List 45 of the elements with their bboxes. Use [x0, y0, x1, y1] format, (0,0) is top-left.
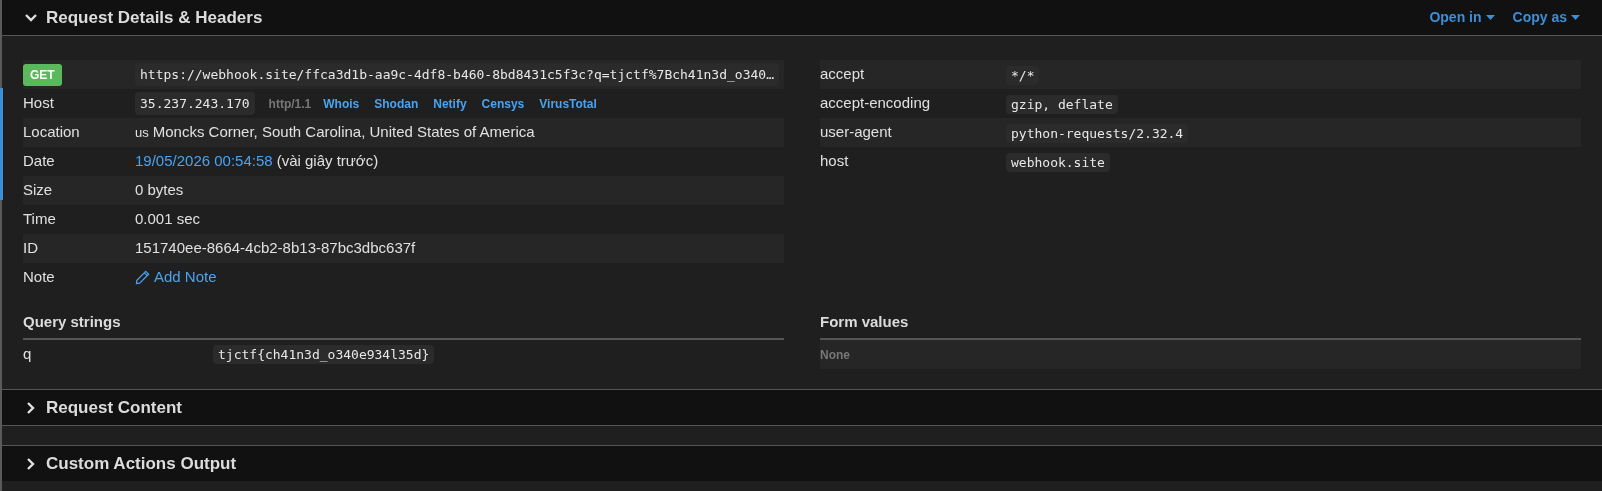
link[interactable]: Censys — [481, 94, 525, 113]
caret-icon — [1571, 15, 1580, 20]
row-label: Location — [23, 123, 80, 141]
add-note-link[interactable]: Add Note — [135, 266, 217, 289]
link[interactable]: VirusTotal — [539, 94, 597, 113]
date-link[interactable]: 19/05/2026 00:54:58 — [135, 150, 273, 173]
row-value: 0.001 sec — [135, 209, 201, 230]
query-value: tjctf{ch41n3d_o340e934l35d} — [213, 345, 435, 364]
row-value: 0 bytes — [135, 180, 184, 201]
header-name: user-agent — [820, 123, 892, 141]
location-value: Moncks Corner, South Carolina, United States of America — [152, 122, 535, 143]
request-url: https://webhook.site/ffca3d1b-aa9c-4df8-b460-8bd8431c5f3c?q=tjctf%7Bch41n3d_o340… — [135, 62, 779, 87]
row-label: ID — [23, 239, 38, 257]
pencil-icon — [135, 270, 150, 285]
row-value: 151740ee-8664-4cb2-8b13-87bc3dbc637f — [135, 238, 416, 259]
link[interactable]: Whois — [323, 94, 360, 113]
link[interactable]: Shodan — [374, 94, 419, 113]
relative-time: (vài giây trước) — [276, 151, 379, 172]
row-label: Note — [23, 268, 55, 286]
section-title: Form values — [820, 313, 909, 330]
header-value: webhook.site — [1006, 152, 1110, 172]
header-value: */* — [1006, 65, 1040, 85]
row-label: Date — [23, 152, 55, 170]
section-header[interactable]: Request Content — [24, 394, 182, 421]
protocol-label: http/1.1 — [268, 95, 312, 113]
empty-text: None — [820, 346, 850, 364]
row-label: Time — [23, 210, 56, 228]
header-name: host — [820, 152, 849, 170]
method-badge: GET — [23, 64, 62, 86]
header-value: python-requests/2.32.4 — [1006, 123, 1189, 143]
row-label: Host — [23, 94, 54, 112]
caret-icon — [1485, 15, 1495, 20]
dropdown-button[interactable]: Open in — [1429, 7, 1495, 28]
host-ip: 35.237.243.170 — [135, 91, 255, 116]
query-name: q — [23, 344, 32, 362]
country-code: us — [135, 123, 149, 142]
link[interactable]: Netify — [433, 94, 467, 113]
section-header[interactable]: Request Details & Headers — [24, 4, 263, 31]
section-header[interactable]: Custom Actions Output — [24, 450, 237, 477]
header-name: accept — [820, 65, 865, 83]
section-title: Query strings — [23, 313, 121, 330]
header-value: gzip, deflate — [1006, 94, 1118, 114]
dropdown-button[interactable]: Copy as — [1512, 7, 1580, 28]
header-name: accept-encoding — [820, 94, 931, 112]
row-label: Size — [23, 181, 53, 199]
